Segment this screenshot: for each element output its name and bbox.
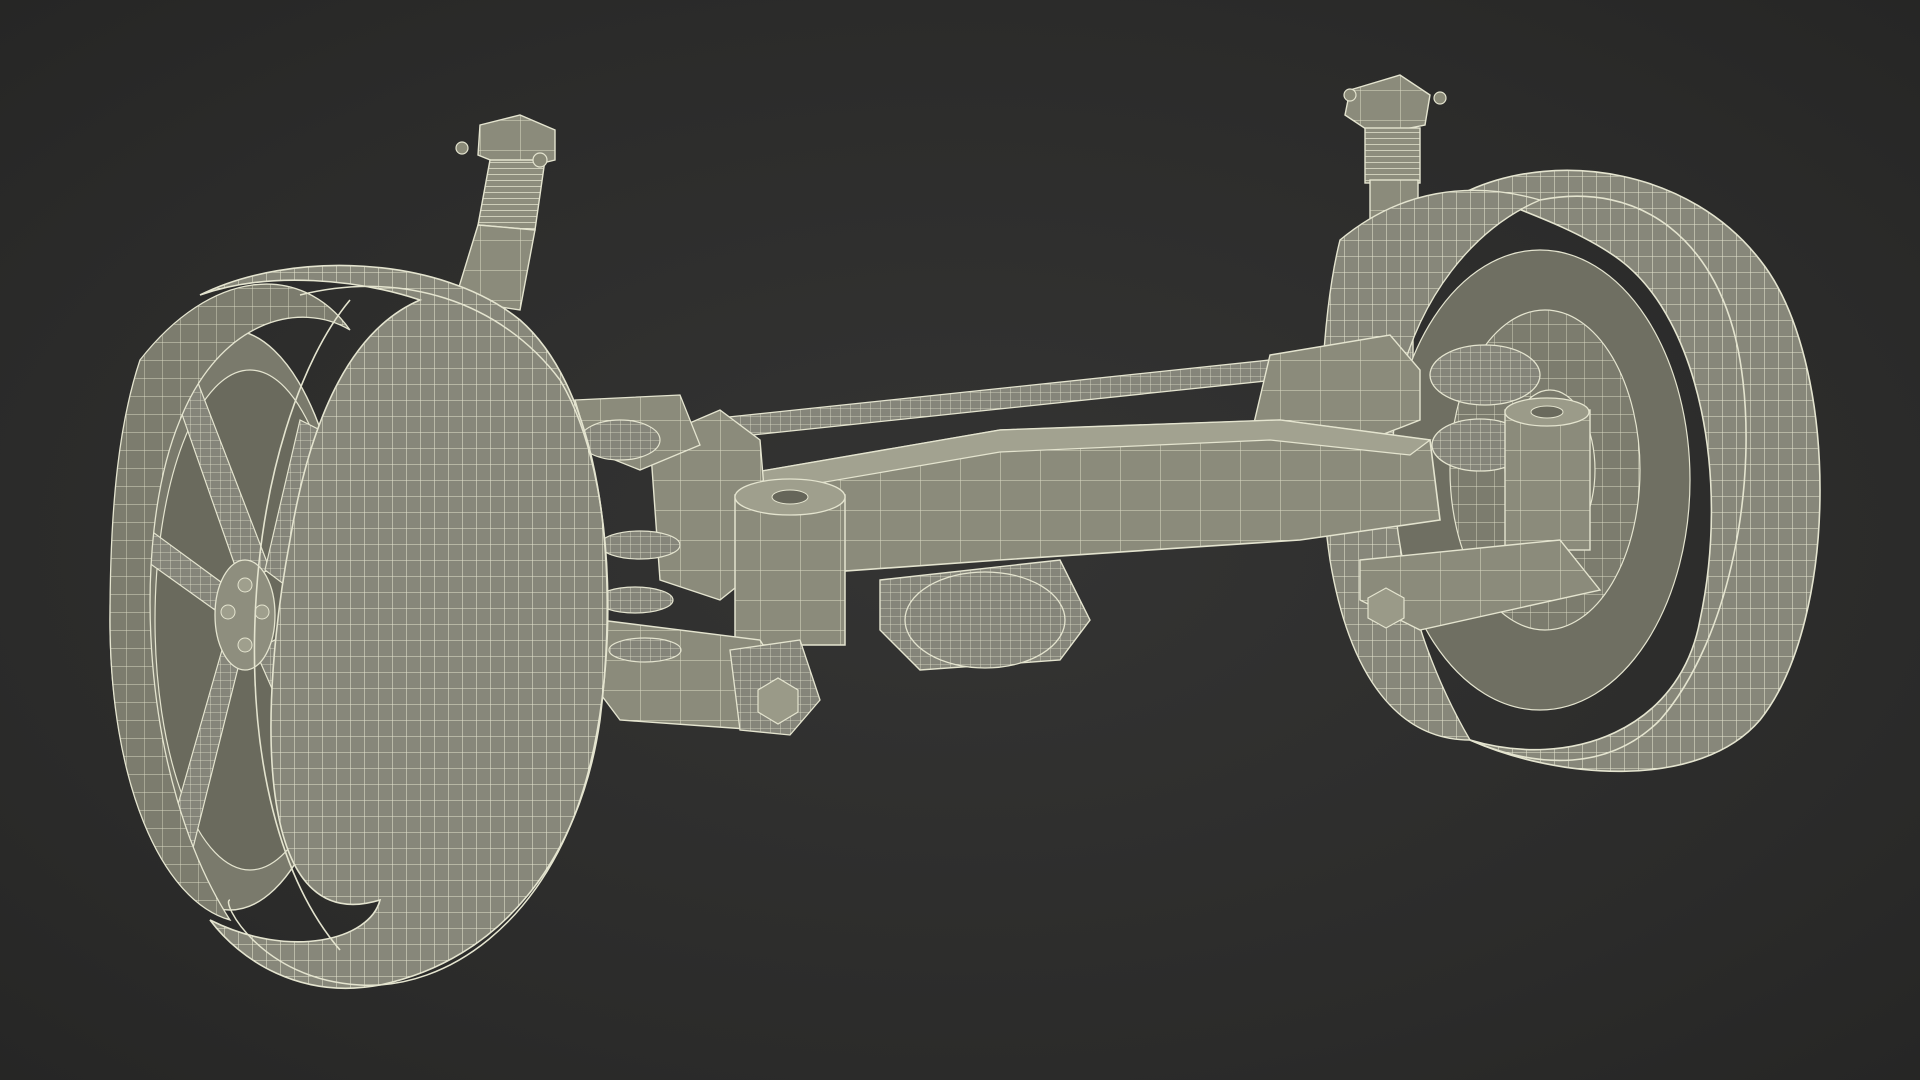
render-viewport [0,0,1920,1080]
wireframe-render [109,74,1821,989]
left-wheel [109,264,609,989]
left-strut [454,114,556,311]
